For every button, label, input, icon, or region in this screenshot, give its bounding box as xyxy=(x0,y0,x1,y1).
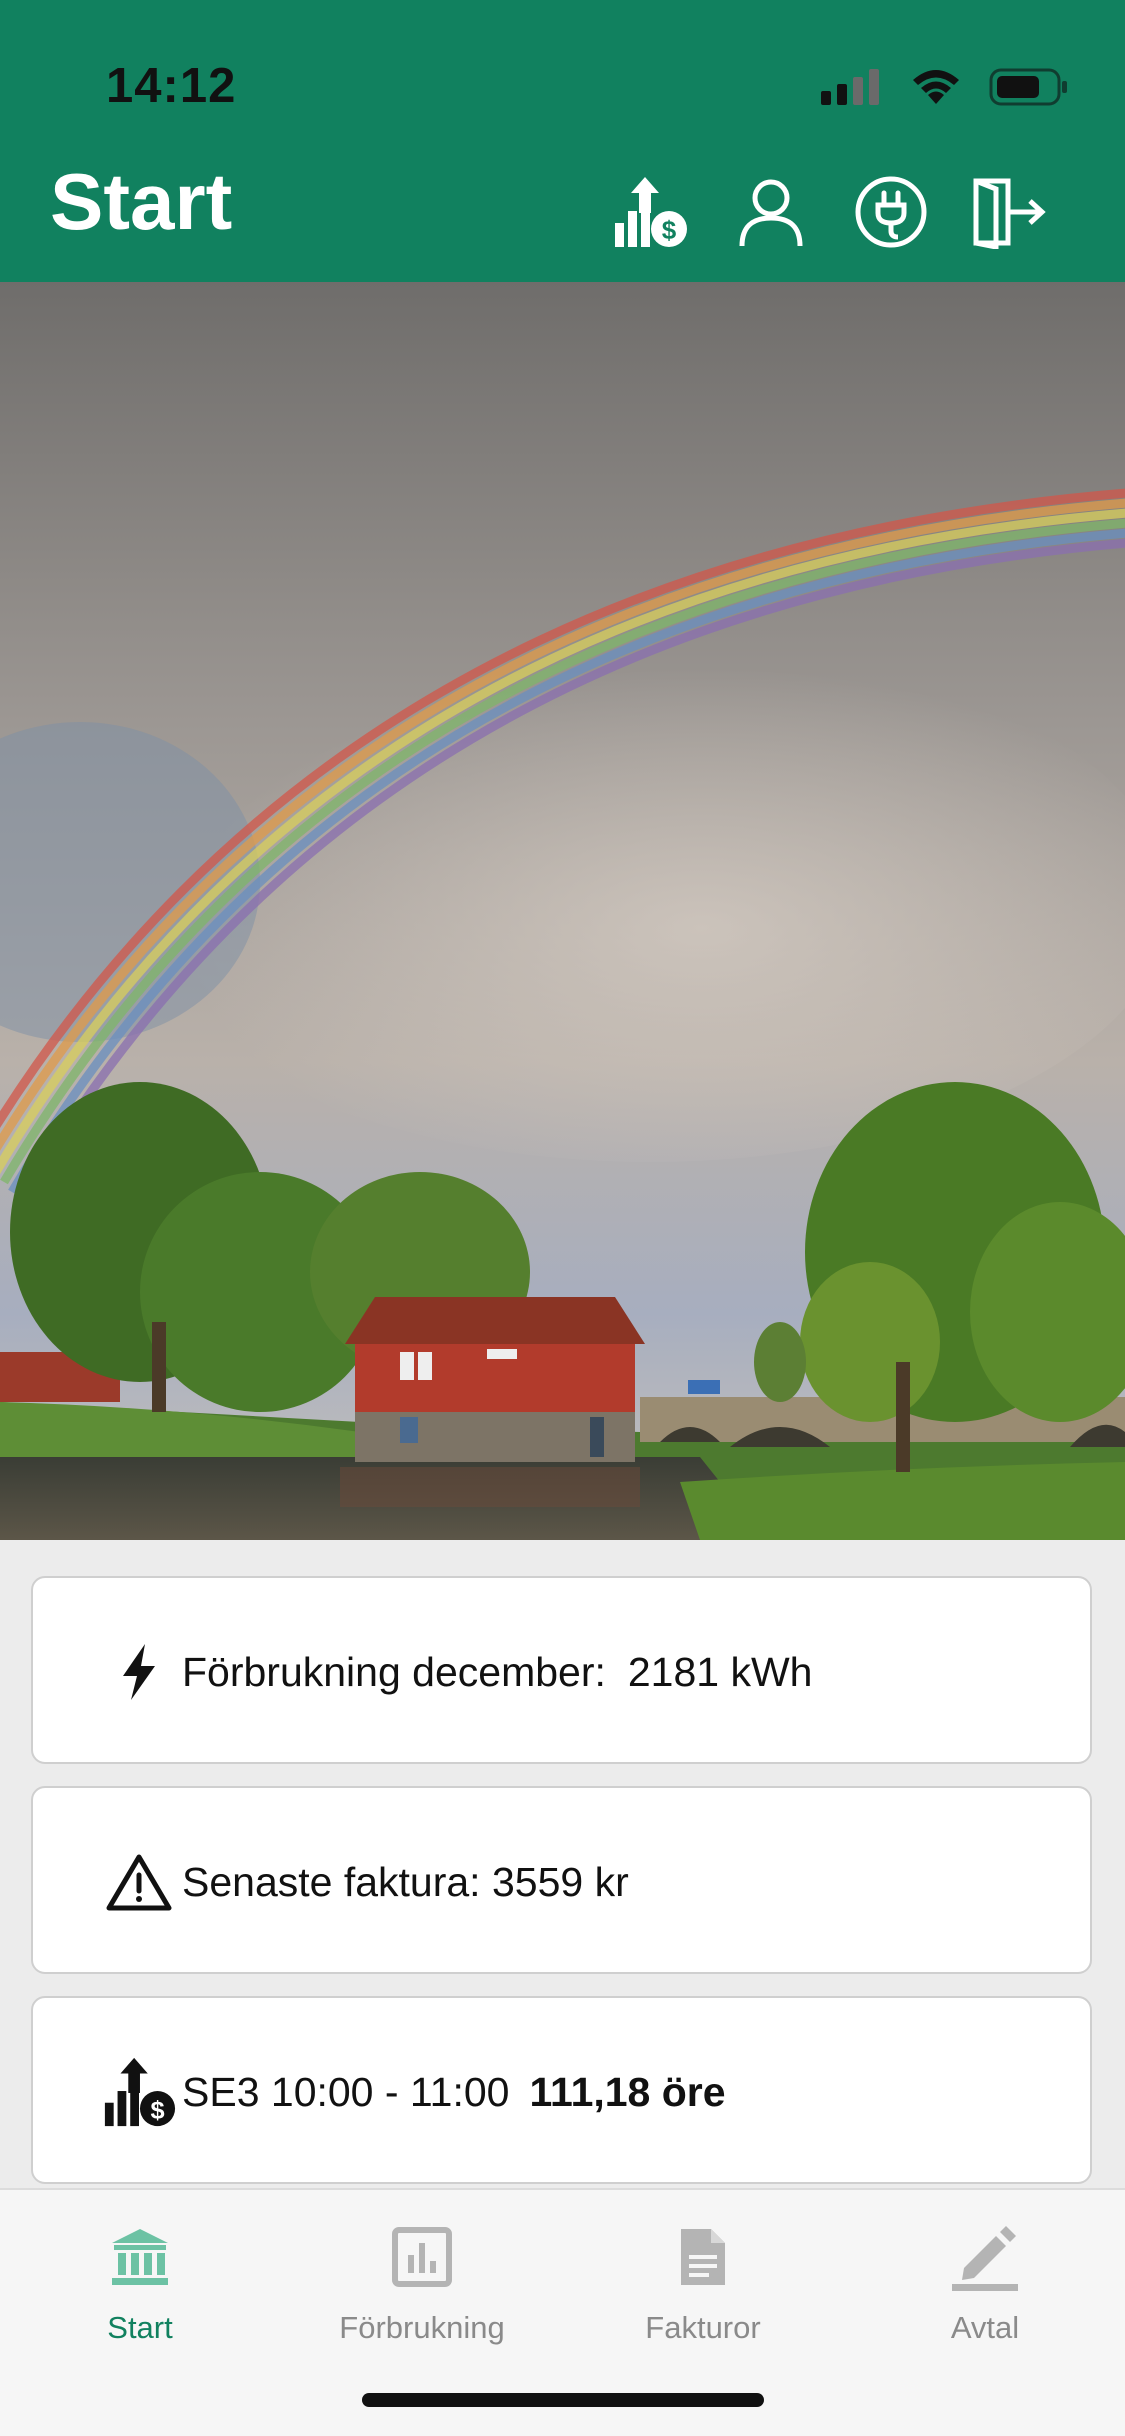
status-time: 14:12 xyxy=(106,59,237,113)
price-chart-icon[interactable]: $ xyxy=(610,172,690,252)
spot-price-card[interactable]: $ SE3 10:00 - 11:00 111,18 öre xyxy=(31,1996,1092,2184)
tab-fakturor[interactable]: Fakturor xyxy=(573,2212,833,2346)
consumption-label: Förbrukning december: xyxy=(182,1648,606,1695)
logout-icon[interactable] xyxy=(969,172,1049,252)
latest-invoice-card[interactable]: Senaste faktura: 3559 kr xyxy=(31,1786,1092,1974)
document-icon xyxy=(573,2212,833,2302)
tab-start[interactable]: Start xyxy=(10,2212,270,2346)
spot-price-value: 111,18 öre xyxy=(529,2068,726,2115)
hero-image xyxy=(0,282,1125,1540)
tab-fakturor-label: Fakturor xyxy=(645,2310,761,2345)
page-title: Start xyxy=(50,157,233,246)
latest-invoice-text: Senaste faktura: 3559 kr xyxy=(182,1858,629,1905)
tab-start-label: Start xyxy=(107,2310,173,2345)
spot-price-text: SE3 10:00 - 11:00 111,18 öre xyxy=(182,1998,726,2186)
home-indicator xyxy=(362,2393,764,2407)
tab-avtal[interactable]: Avtal xyxy=(855,2212,1115,2346)
battery-icon xyxy=(989,67,1069,112)
bar-chart-icon xyxy=(292,2212,552,2302)
svg-text:$: $ xyxy=(150,2096,164,2124)
user-icon[interactable] xyxy=(731,172,811,252)
plug-icon[interactable] xyxy=(851,172,931,252)
lightning-icon xyxy=(89,1622,189,1722)
pencil-icon xyxy=(855,2212,1115,2302)
tab-forbrukning-label: Förbrukning xyxy=(339,2310,505,2345)
warning-triangle-icon xyxy=(89,1832,189,1932)
app-header: 14:12 Start $ xyxy=(0,0,1125,282)
bank-icon xyxy=(10,2212,270,2302)
tab-forbrukning[interactable]: Förbrukning xyxy=(292,2212,552,2346)
consumption-card[interactable]: Förbrukning december: 2181 kWh xyxy=(31,1576,1092,1764)
wifi-icon xyxy=(911,68,961,111)
spot-price-label: SE3 10:00 - 11:00 xyxy=(182,2068,510,2115)
cellular-signal-icon xyxy=(821,68,883,110)
svg-text:$: $ xyxy=(662,215,677,245)
consumption-text: Förbrukning december: 2181 kWh xyxy=(182,1578,812,1766)
consumption-value: 2181 kWh xyxy=(627,1648,813,1695)
price-chart-icon: $ xyxy=(89,2042,189,2142)
tab-avtal-label: Avtal xyxy=(950,2310,1020,2345)
status-icons xyxy=(821,64,1069,114)
